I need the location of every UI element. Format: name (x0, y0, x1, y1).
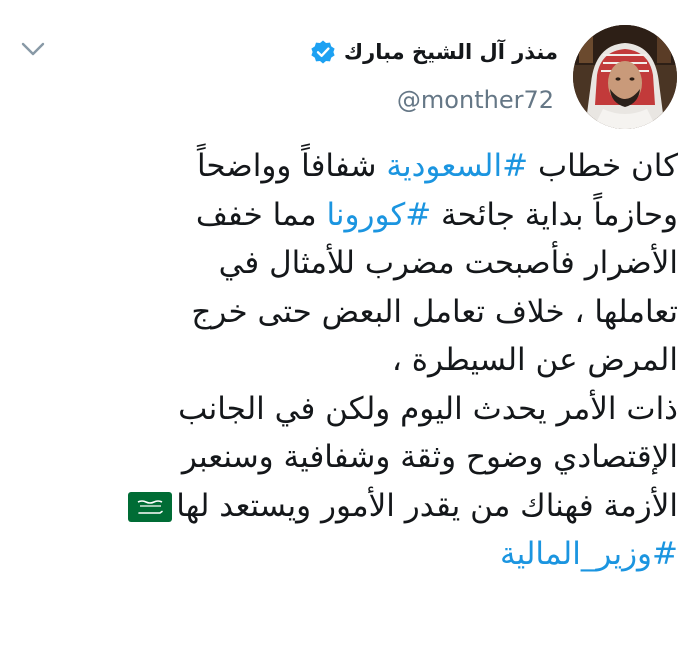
text-segment: شفافاً وواضحاً (196, 148, 387, 184)
text-segment: كان خطاب (528, 148, 678, 184)
tweet-line-3: الأضرار فأصبحت مضرب للأمثال في (218, 245, 678, 281)
tweet-line-7: الإقتصادي وضوح وثقة وشفافية وسنعبر (181, 439, 678, 475)
tweet-card: منذر آل الشيخ مبارك @monther72 كان خطاب … (0, 0, 700, 651)
tweet-text: كان خطاب #السعودية شفافاً وواضحاً وحازما… (18, 142, 678, 579)
text-segment: الأزمة فهناك من يقدر الأمور ويستعد لها (176, 487, 678, 524)
text-segment: وحازماً بداية جائحة (431, 196, 678, 233)
author-handle[interactable]: @monther72 (397, 86, 554, 114)
hashtag-link[interactable]: #وزير_المالية (18, 530, 678, 579)
author-name-row[interactable]: منذر آل الشيخ مبارك (310, 30, 558, 74)
avatar-image (573, 25, 677, 129)
verified-badge-icon (311, 40, 335, 64)
avatar[interactable] (573, 25, 677, 129)
hashtag-link[interactable]: #كورونا (326, 197, 431, 233)
chevron-down-icon[interactable] (20, 38, 46, 60)
display-name[interactable]: منذر آل الشيخ مبارك (344, 40, 558, 64)
tweet-line-5: المرض عن السيطرة ، (391, 342, 678, 378)
text-segment: مما خفف (195, 196, 327, 233)
tweet-line-2: وحازماً بداية جائحة #كورونا مما خفف (18, 191, 678, 240)
tweet-line-8: الأزمة فهناك من يقدر الأمور ويستعد لها (18, 482, 678, 531)
tweet-line-1: كان خطاب #السعودية شفافاً وواضحاً (18, 142, 678, 191)
tweet-line-6: ذات الأمر يحدث اليوم ولكن في الجانب (178, 390, 678, 427)
saudi-flag-emoji (128, 491, 173, 522)
tweet-line-4: تعاملها ، خلاف تعامل البعض حتى خرج (191, 293, 678, 330)
hashtag-link[interactable]: #السعودية (386, 148, 528, 184)
